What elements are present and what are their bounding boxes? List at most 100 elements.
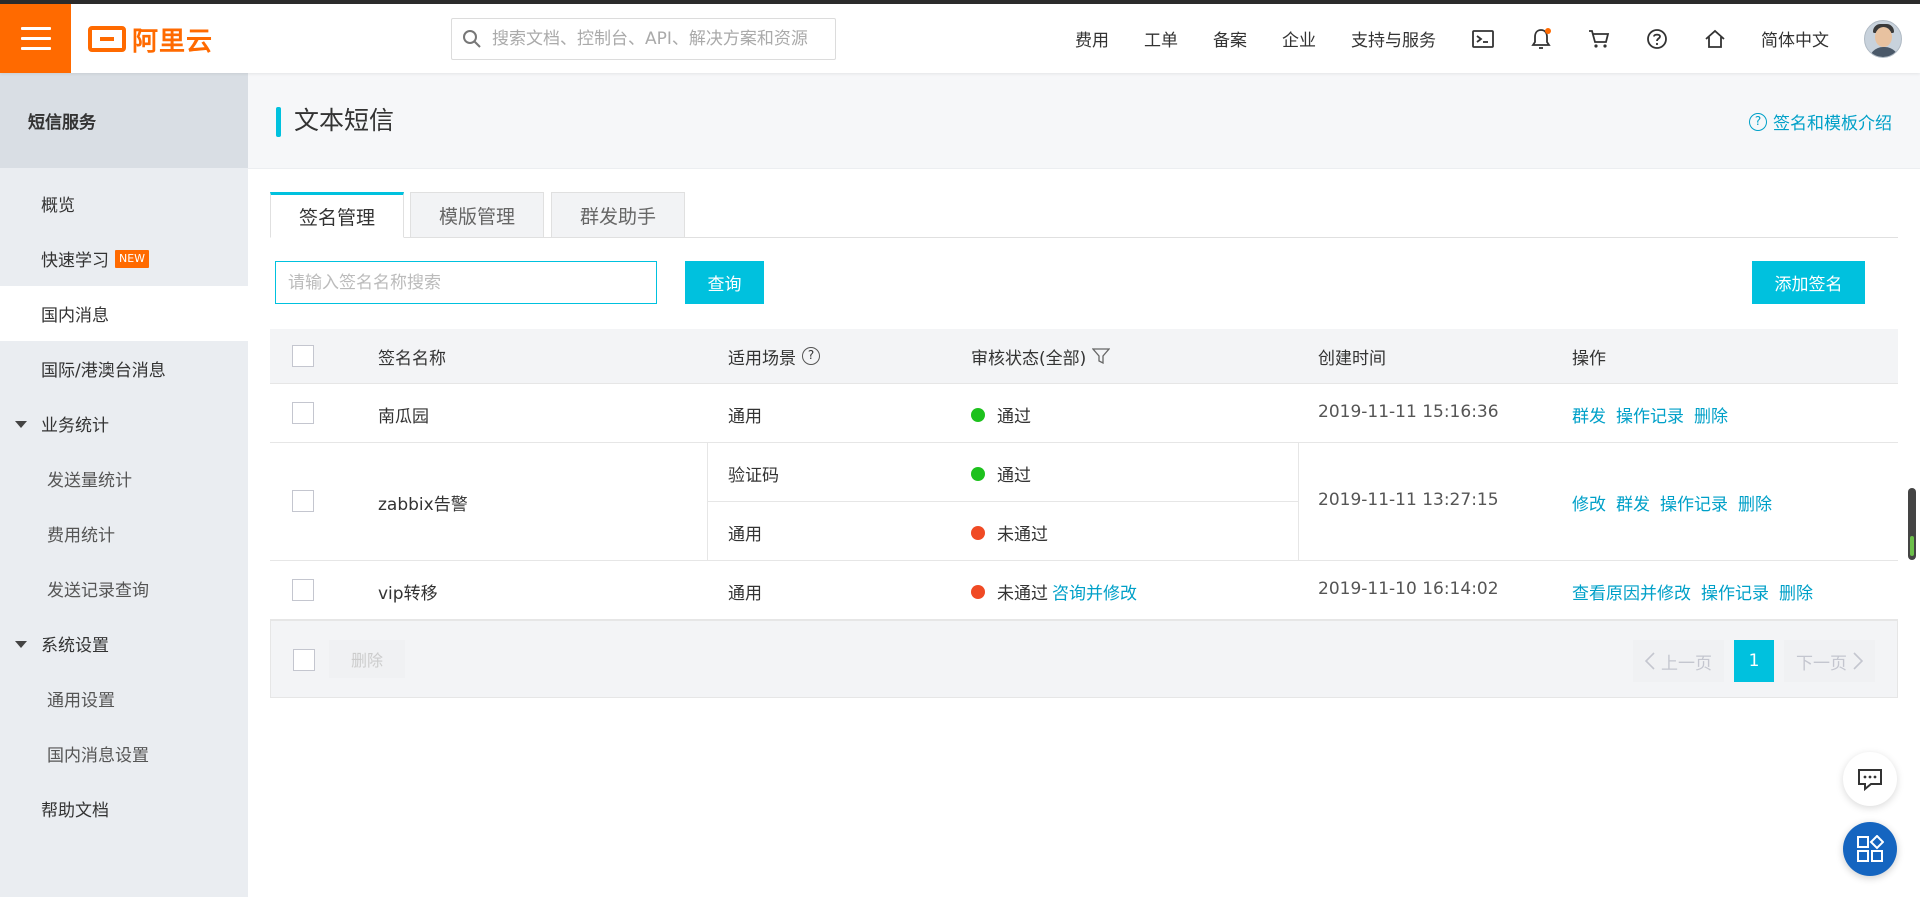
scene-help-icon[interactable]: ? xyxy=(802,347,820,365)
chat-float-button[interactable] xyxy=(1843,752,1897,806)
bulk-delete-button[interactable]: 删除 xyxy=(329,640,405,678)
scene-cell: 通用 xyxy=(728,584,762,604)
hamburger-menu-button[interactable] xyxy=(0,4,71,73)
apps-float-button[interactable] xyxy=(1843,822,1897,876)
notification-dot xyxy=(1545,27,1551,34)
help-link[interactable]: ? 签名和模板介绍 xyxy=(1749,109,1892,134)
apps-grid-icon xyxy=(1857,835,1884,862)
created-time: 2019-11-11 15:16:36 xyxy=(1318,402,1499,422)
scene-cell: 通用 xyxy=(728,525,762,545)
sidebar-item-domestic-settings[interactable]: 国内消息设置 xyxy=(0,726,248,781)
sidebar-item-general-settings[interactable]: 通用设置 xyxy=(0,671,248,726)
page-header: 文本短信 ? 签名和模板介绍 xyxy=(248,73,1920,169)
question-circle-icon: ? xyxy=(1749,112,1767,131)
status-cell: 未通过 xyxy=(971,520,1048,545)
status-cell: 未通过 咨询并修改 xyxy=(971,579,1147,604)
consult-modify-link[interactable]: 咨询并修改 xyxy=(1052,579,1137,604)
header-actions: 操作 xyxy=(1572,348,1606,369)
action-bulk-send[interactable]: 群发 xyxy=(1572,402,1606,427)
nav-icp[interactable]: 备案 xyxy=(1213,26,1247,51)
action-log[interactable]: 操作记录 xyxy=(1660,490,1728,515)
status-fail-icon xyxy=(971,525,985,540)
created-time: 2019-11-11 13:27:15 xyxy=(1318,490,1499,510)
caret-down-icon xyxy=(15,641,27,648)
nav-billing[interactable]: 费用 xyxy=(1075,26,1109,51)
sidebar-title: 短信服务 xyxy=(0,73,248,168)
action-view-reason[interactable]: 查看原因并修改 xyxy=(1572,579,1691,604)
terminal-icon[interactable] xyxy=(1471,27,1495,51)
header-status[interactable]: 审核状态(全部) xyxy=(971,344,1111,369)
help-icon[interactable] xyxy=(1645,27,1669,51)
aliyun-logo-icon xyxy=(88,26,126,52)
aliyun-logo[interactable]: 阿里云 xyxy=(88,20,213,58)
status-cell: 通过 xyxy=(971,461,1031,486)
signature-name: 南瓜园 xyxy=(378,407,429,427)
sidebar-item-send-log[interactable]: 发送记录查询 xyxy=(0,561,248,616)
signature-search-input[interactable] xyxy=(275,261,657,304)
search-icon xyxy=(452,29,492,49)
add-signature-button[interactable]: 添加签名 xyxy=(1752,261,1865,304)
home-icon[interactable] xyxy=(1703,27,1727,51)
pagination: 上一页 1 下一页 xyxy=(1633,640,1875,682)
action-delete[interactable]: 删除 xyxy=(1779,579,1813,604)
top-nav: 费用 工单 备案 企业 支持与服务 简体中文 xyxy=(1075,4,1920,73)
table-header: 签名名称 适用场景 ? 审核状态(全部) 创建时间 操作 xyxy=(270,329,1898,384)
nav-tickets[interactable]: 工单 xyxy=(1144,26,1178,51)
sidebar-item-send-stats[interactable]: 发送量统计 xyxy=(0,451,248,506)
action-log[interactable]: 操作记录 xyxy=(1616,402,1684,427)
created-time: 2019-11-10 16:14:02 xyxy=(1318,579,1499,599)
page-scrollbar[interactable] xyxy=(1908,488,1916,560)
table-row: zabbix告警 验证码 通过 通用 未通过 2019-11-11 13:27:… xyxy=(270,443,1898,561)
row-actions: 修改 群发 操作记录 删除 xyxy=(1572,490,1782,515)
select-all-checkbox[interactable] xyxy=(292,345,314,367)
sidebar-item-overview[interactable]: 概览 xyxy=(0,176,248,231)
action-bulk-send[interactable]: 群发 xyxy=(1616,490,1650,515)
query-button[interactable]: 查询 xyxy=(685,261,764,304)
row-checkbox[interactable] xyxy=(292,402,314,424)
status-ok-icon xyxy=(971,407,985,422)
user-avatar[interactable] xyxy=(1864,19,1902,58)
filter-icon[interactable] xyxy=(1092,348,1111,364)
scene-cell: 通用 xyxy=(728,407,762,427)
cart-icon[interactable] xyxy=(1587,27,1611,51)
global-search[interactable] xyxy=(451,18,836,60)
next-page-button[interactable]: 下一页 xyxy=(1784,640,1875,682)
sidebar-item-quick-learn[interactable]: 快速学习 NEW xyxy=(0,231,248,286)
table-row: vip转移 通用 未通过 咨询并修改 2019-11-10 16:14:02 查… xyxy=(270,561,1898,620)
prev-page-button[interactable]: 上一页 xyxy=(1633,640,1724,682)
sidebar-group-settings[interactable]: 系统设置 xyxy=(0,616,248,671)
action-delete[interactable]: 删除 xyxy=(1694,402,1728,427)
chat-bubble-icon xyxy=(1858,769,1882,791)
action-log[interactable]: 操作记录 xyxy=(1701,579,1769,604)
bell-icon[interactable] xyxy=(1529,27,1553,51)
sidebar-item-domestic[interactable]: 国内消息 xyxy=(0,286,248,341)
sidebar-item-help-docs[interactable]: 帮助文档 xyxy=(0,781,248,836)
table-row: 南瓜园 通用 通过 2019-11-11 15:16:36 群发 操作记录 删除 xyxy=(270,384,1898,443)
tab-template[interactable]: 模版管理 xyxy=(410,192,544,238)
tab-signature[interactable]: 签名管理 xyxy=(270,192,404,238)
nav-enterprise[interactable]: 企业 xyxy=(1282,26,1316,51)
row-checkbox[interactable] xyxy=(292,579,314,601)
global-search-input[interactable] xyxy=(492,29,827,49)
chevron-left-icon xyxy=(1645,652,1655,670)
row-checkbox[interactable] xyxy=(292,490,314,512)
action-edit[interactable]: 修改 xyxy=(1572,490,1606,515)
sidebar-group-statistics[interactable]: 业务统计 xyxy=(0,396,248,451)
signature-name: vip转移 xyxy=(378,584,438,604)
action-delete[interactable]: 删除 xyxy=(1738,490,1772,515)
table-footer: 删除 上一页 1 下一页 xyxy=(270,620,1898,698)
row-actions: 查看原因并修改 操作记录 删除 xyxy=(1572,579,1823,604)
status-ok-icon xyxy=(971,466,985,481)
footer-select-all-checkbox[interactable] xyxy=(293,649,315,671)
signature-name: zabbix告警 xyxy=(378,495,468,515)
header-scene: 适用场景 ? xyxy=(728,344,820,369)
new-badge: NEW xyxy=(115,249,150,268)
page-number-button[interactable]: 1 xyxy=(1734,640,1774,682)
header-created: 创建时间 xyxy=(1318,348,1386,369)
language-switch[interactable]: 简体中文 xyxy=(1761,26,1829,51)
scene-cell: 验证码 xyxy=(728,466,779,486)
sidebar-item-international[interactable]: 国际/港澳台消息 xyxy=(0,341,248,396)
tab-bulk-send[interactable]: 群发助手 xyxy=(551,192,685,238)
nav-support[interactable]: 支持与服务 xyxy=(1351,26,1436,51)
sidebar-item-cost-stats[interactable]: 费用统计 xyxy=(0,506,248,561)
